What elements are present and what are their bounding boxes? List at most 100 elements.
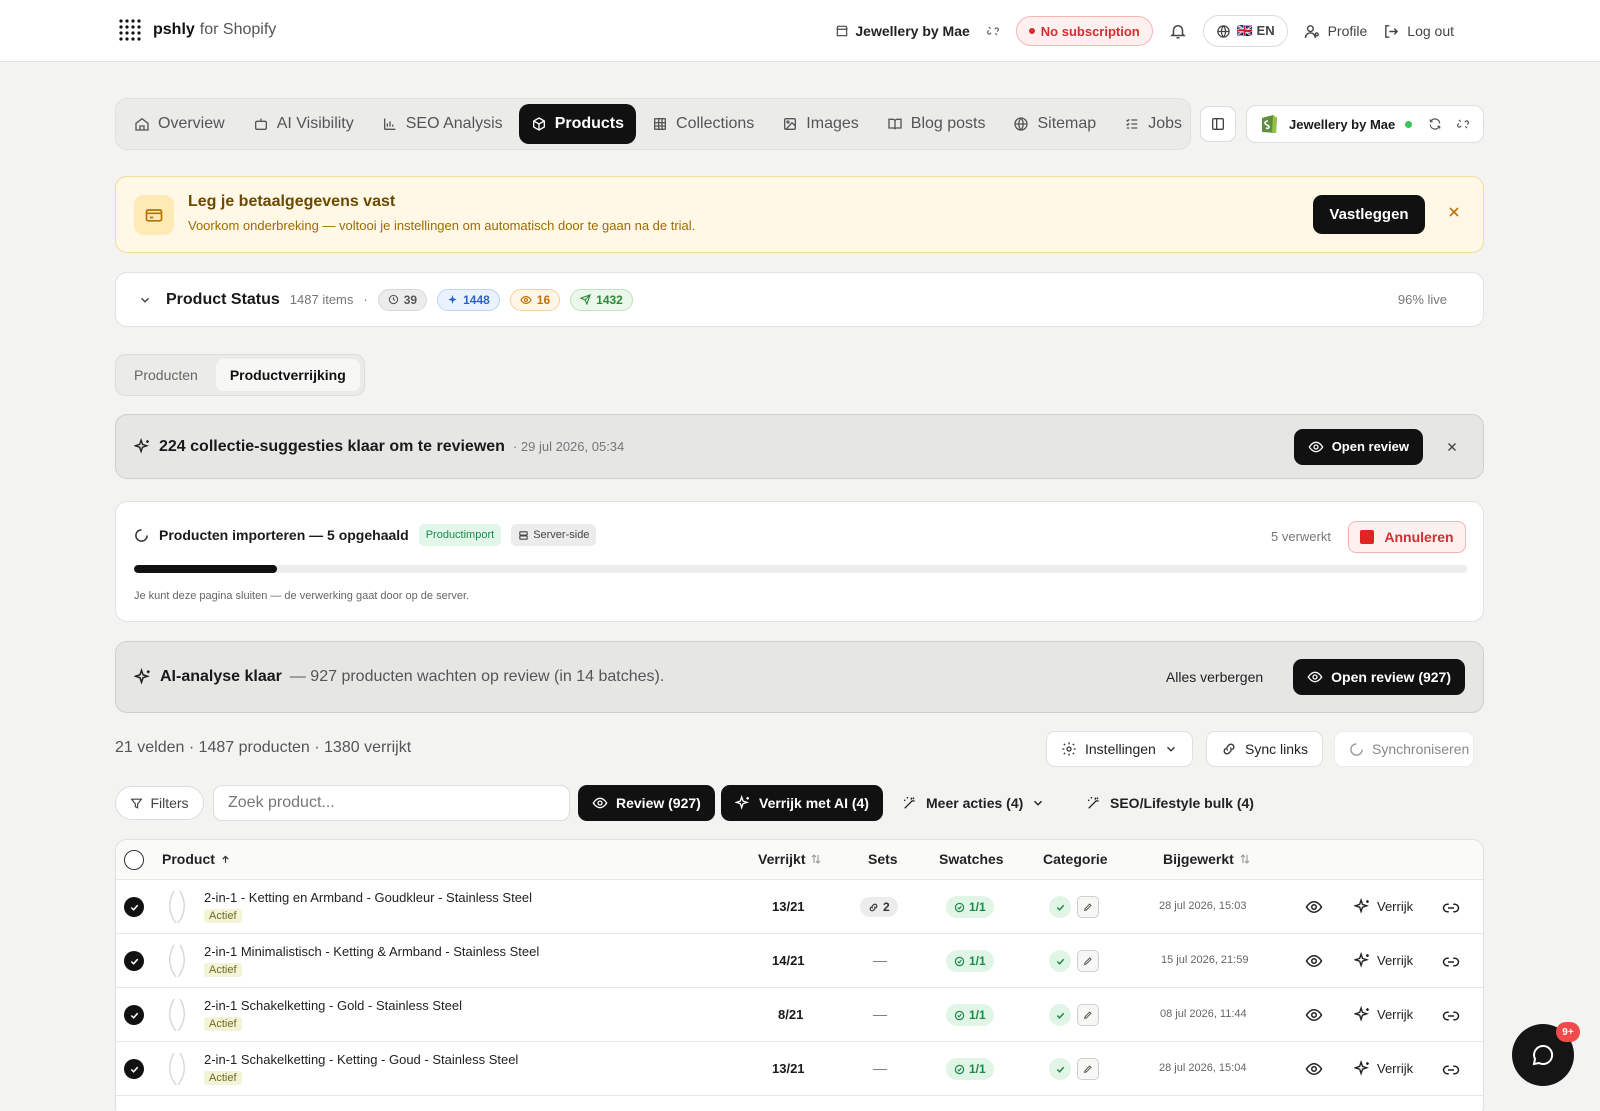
tab-seo-analysis[interactable]: SEO Analysis <box>370 104 515 144</box>
column-product[interactable]: Product <box>162 851 231 867</box>
product-cell[interactable]: 2-in-1 Minimalistisch - Ketting & Armban… <box>204 944 539 977</box>
view-switcher: Producten Productverrijking <box>115 354 365 396</box>
link-icon[interactable] <box>1442 899 1460 917</box>
pending-badge[interactable]: 39 <box>377 288 428 311</box>
store-card[interactable]: Jewellery by Mae <box>1246 105 1484 143</box>
product-cell[interactable]: 2-in-1 - Ketting en Armband - Goudkleur … <box>204 890 532 923</box>
enrich-row-button[interactable]: Verrijk <box>1354 1006 1413 1023</box>
save-payment-button[interactable]: Vastleggen <box>1313 195 1425 234</box>
refresh-icon[interactable] <box>1428 117 1442 131</box>
category-cell <box>1049 896 1099 918</box>
ai-badge[interactable]: 1448 <box>437 288 500 311</box>
toggle-sidebar-button[interactable] <box>1200 106 1236 142</box>
magic-wand-icon <box>902 795 918 811</box>
row-checkbox[interactable] <box>124 1059 144 1079</box>
sets-empty: — <box>873 952 887 968</box>
magic-wand-icon <box>1086 795 1102 811</box>
filters-button[interactable]: Filters <box>115 786 204 820</box>
bell-icon[interactable] <box>1169 22 1187 40</box>
hide-all-link[interactable]: Alles verbergen <box>1166 669 1263 685</box>
select-all-checkbox[interactable] <box>124 850 144 870</box>
sparkle-icon <box>134 438 151 455</box>
cancel-button[interactable]: Annuleren <box>1348 521 1466 553</box>
link-icon[interactable] <box>1442 1061 1460 1079</box>
main-nav: Overview AI Visibility SEO Analysis Prod… <box>115 98 1191 150</box>
swatches-pill[interactable]: 1/1 <box>946 1004 994 1026</box>
profile-link[interactable]: Profile <box>1304 23 1367 40</box>
products-table: Product Verrijkt Sets Swatches Categorie… <box>115 839 1484 1111</box>
view-icon[interactable] <box>1305 1006 1323 1024</box>
seo-lifestyle-bulk-button[interactable]: SEO/Lifestyle bulk (4) <box>1086 785 1254 821</box>
pencil-icon[interactable] <box>1077 1004 1099 1026</box>
sets-pill[interactable]: 2 <box>860 897 898 917</box>
more-actions-button[interactable]: Meer acties (4) <box>902 785 1045 821</box>
link-icon[interactable] <box>1442 1007 1460 1025</box>
table-row[interactable]: 2-in-1 - Ketting en Armband - Goudkleur … <box>116 880 1483 934</box>
row-checkbox[interactable] <box>124 951 144 971</box>
product-name: 2-in-1 Schakelketting - Gold - Stainless… <box>204 998 462 1013</box>
product-name: 2-in-1 Minimalistisch - Ketting & Armban… <box>204 944 540 959</box>
product-name: 2-in-1 Schakelketting - Ketting - Goud -… <box>204 1052 519 1067</box>
pencil-icon[interactable] <box>1077 896 1099 918</box>
row-checkbox[interactable] <box>124 1005 144 1025</box>
review-button[interactable]: Review (927) <box>578 785 715 821</box>
table-row[interactable]: 2-in-1 Minimalistisch - Ketting & Armban… <box>116 934 1483 988</box>
language-selector[interactable]: 🇬🇧 EN <box>1202 15 1288 47</box>
tab-images[interactable]: Images <box>770 104 870 144</box>
chat-button[interactable]: 9+ <box>1512 1022 1580 1086</box>
view-icon[interactable] <box>1305 1060 1323 1078</box>
product-cell[interactable]: 2-in-1 Schakelketting - Gold - Stainless… <box>204 998 462 1031</box>
view-icon[interactable] <box>1305 898 1323 916</box>
enrich-row-button[interactable]: Verrijk <box>1354 898 1413 915</box>
tab-ai-visibility[interactable]: AI Visibility <box>241 104 366 144</box>
swatches-pill[interactable]: 1/1 <box>946 896 994 918</box>
enrich-ai-button[interactable]: Verrijk met AI (4) <box>721 785 883 821</box>
table-header: Product Verrijkt Sets Swatches Categorie… <box>116 840 1483 880</box>
chevron-down-icon[interactable] <box>138 293 152 307</box>
published-badge[interactable]: 1432 <box>570 288 633 311</box>
sync-links-button[interactable]: Sync links <box>1206 731 1324 767</box>
open-review-button[interactable]: Open review <box>1293 428 1423 465</box>
search-input[interactable] <box>213 785 570 821</box>
tab-products[interactable]: Products <box>518 104 637 144</box>
tab-collections[interactable]: Collections <box>640 104 766 144</box>
logout-label: Log out <box>1407 23 1454 39</box>
table-row[interactable]: 2-in-1 Schakelketting - Gold - Stainless… <box>116 988 1483 1042</box>
column-swatches: Swatches <box>939 851 1004 867</box>
segment-enrichment[interactable]: Productverrijking <box>215 359 360 391</box>
swatches-pill[interactable]: 1/1 <box>946 1058 994 1080</box>
enrich-row-button[interactable]: Verrijk <box>1354 1060 1413 1077</box>
open-review-927-button[interactable]: Open review (927) <box>1293 659 1465 695</box>
enriched-count: 14/21 <box>772 953 805 968</box>
column-enriched[interactable]: Verrijkt <box>758 851 822 867</box>
pencil-icon[interactable] <box>1077 1058 1099 1080</box>
tab-blog-posts[interactable]: Blog posts <box>875 104 998 144</box>
segment-products[interactable]: Producten <box>120 359 212 391</box>
product-status-panel[interactable]: Product Status 1487 items · 39 1448 16 1… <box>115 272 1484 327</box>
sync-button[interactable]: Synchroniseren <box>1334 731 1474 767</box>
link-icon[interactable] <box>1442 953 1460 971</box>
logo-icon <box>118 18 142 42</box>
table-row[interactable]: 2-in-1 Schakelketting - Ketting - Goud -… <box>116 1042 1483 1096</box>
subscription-badge[interactable]: No subscription <box>1015 16 1153 46</box>
close-icon[interactable] <box>1445 440 1459 454</box>
suggestions-date: · 29 jul 2026, 05:34 <box>512 439 625 454</box>
enrich-row-button[interactable]: Verrijk <box>1354 952 1413 969</box>
unlink-icon[interactable] <box>1456 117 1470 131</box>
review-badge[interactable]: 16 <box>509 288 561 311</box>
product-cell[interactable]: 2-in-1 Schakelketting - Ketting - Goud -… <box>204 1052 518 1085</box>
column-updated[interactable]: Bijgewerkt <box>1163 851 1251 867</box>
stop-icon <box>1360 530 1375 544</box>
tab-jobs[interactable]: Jobs <box>1112 104 1190 144</box>
settings-button[interactable]: Instellingen <box>1046 731 1193 767</box>
pencil-icon[interactable] <box>1077 950 1099 972</box>
brand[interactable]: pshly for Shopify <box>118 18 276 42</box>
swatches-pill[interactable]: 1/1 <box>946 950 994 972</box>
tab-sitemap[interactable]: Sitemap <box>1001 104 1108 144</box>
store-link[interactable]: Jewellery by Mae <box>835 23 999 39</box>
tab-overview[interactable]: Overview <box>122 104 237 144</box>
row-checkbox[interactable] <box>124 897 144 917</box>
view-icon[interactable] <box>1305 952 1323 970</box>
close-icon[interactable] <box>1446 204 1462 220</box>
logout-link[interactable]: Log out <box>1383 23 1454 40</box>
